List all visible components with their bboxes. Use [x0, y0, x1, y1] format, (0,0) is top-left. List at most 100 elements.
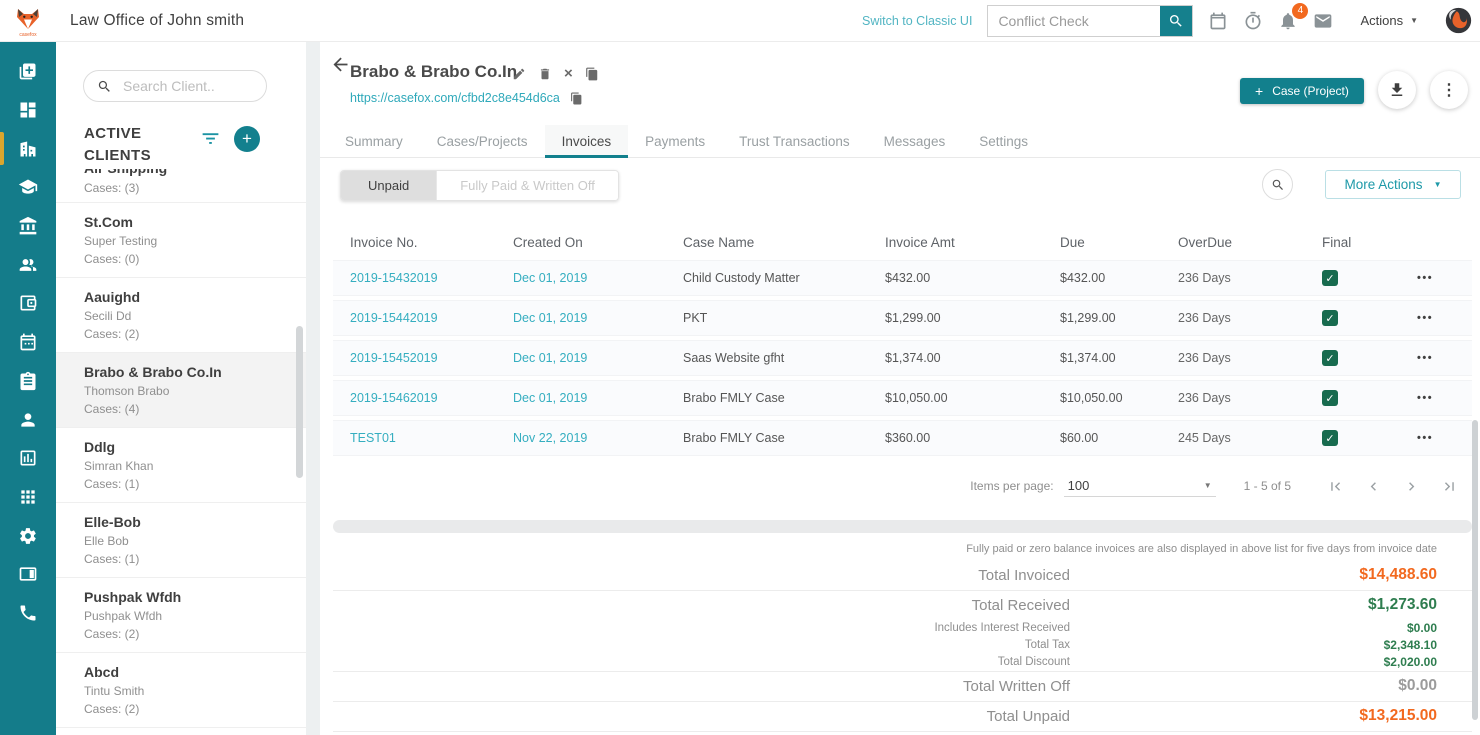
list-item-pushpak-wfdh[interactable]: Pushpak Wfdh Pushpak Wfdh Cases: (2): [56, 578, 306, 653]
next-page-button[interactable]: [1403, 478, 1420, 495]
tasks-icon[interactable]: [0, 362, 56, 401]
copy-url-button[interactable]: [570, 92, 583, 105]
case-name-cell: Child Custody Matter: [666, 271, 868, 285]
row-menu-button[interactable]: •••: [1417, 272, 1472, 284]
casefox-logo[interactable]: casefox: [0, 0, 56, 41]
mail-icon[interactable]: [1313, 11, 1333, 31]
final-checkbox[interactable]: ✓: [1322, 310, 1338, 326]
calendar-topbar-icon[interactable]: [1208, 11, 1228, 31]
close-client-button[interactable]: ×: [564, 66, 573, 81]
filter-clients-button[interactable]: [200, 128, 221, 149]
list-item-aauighd[interactable]: Aauighd Secili Dd Cases: (2): [56, 278, 306, 353]
created-on-link[interactable]: Nov 22, 2019: [496, 431, 666, 445]
invoice-number-link[interactable]: 2019-15442019: [333, 311, 496, 325]
delete-client-button[interactable]: [538, 67, 552, 81]
final-checkbox[interactable]: ✓: [1322, 430, 1338, 446]
row-menu-button[interactable]: •••: [1417, 432, 1472, 444]
case-name-cell: Saas Website gfht: [666, 351, 868, 365]
created-on-link[interactable]: Dec 01, 2019: [496, 391, 666, 405]
client-cases: Cases: (0): [84, 252, 296, 266]
chevron-right-icon: [1403, 478, 1420, 495]
add-case-project-button[interactable]: + Case (Project): [1240, 78, 1364, 104]
conflict-search-button[interactable]: [1160, 6, 1192, 36]
edit-client-button[interactable]: [512, 67, 526, 81]
fully-paid-toggle[interactable]: Fully Paid & Written Off: [436, 171, 618, 200]
list-item-abcd[interactable]: Abcd Tintu Smith Cases: (2): [56, 653, 306, 728]
search-invoices-button[interactable]: [1262, 169, 1293, 200]
items-per-page-select[interactable]: 100 ▼: [1064, 475, 1216, 497]
actions-label: Actions: [1360, 13, 1403, 28]
add-note-icon[interactable]: [0, 52, 56, 91]
svg-text:casefox: casefox: [19, 32, 37, 38]
search-icon: [97, 79, 112, 94]
client-list-scrollbar[interactable]: [296, 326, 303, 478]
created-on-link[interactable]: Dec 01, 2019: [496, 351, 666, 365]
list-item-st-com[interactable]: St.Com Super Testing Cases: (0): [56, 203, 306, 278]
client-cases: Cases: (3): [84, 181, 296, 195]
tab-summary[interactable]: Summary: [328, 125, 420, 158]
dashboard-icon[interactable]: [0, 91, 56, 130]
list-item-ddlg[interactable]: Ddlg Simran Khan Cases: (1): [56, 428, 306, 503]
active-clients-heading: ACTIVE CLIENTS: [84, 123, 190, 167]
actions-dropdown[interactable]: Actions ▼: [1354, 12, 1424, 29]
client-icon[interactable]: [0, 400, 56, 439]
first-page-button[interactable]: [1327, 478, 1344, 495]
invoice-number-link[interactable]: 2019-15452019: [333, 351, 496, 365]
tab-cases-projects[interactable]: Cases/Projects: [420, 125, 545, 158]
row-menu-button[interactable]: •••: [1417, 392, 1472, 404]
horizontal-scrollbar[interactable]: [333, 520, 1472, 533]
tab-settings[interactable]: Settings: [962, 125, 1045, 158]
row-menu-button[interactable]: •••: [1417, 312, 1472, 324]
invoice-number-link[interactable]: 2019-15462019: [333, 391, 496, 405]
created-on-link[interactable]: Dec 01, 2019: [496, 311, 666, 325]
copy-icon: [585, 67, 599, 81]
bank-icon[interactable]: [0, 207, 56, 246]
apps-grid-icon[interactable]: [0, 478, 56, 517]
conflict-check-input[interactable]: [988, 6, 1160, 36]
wallet-icon[interactable]: [0, 284, 56, 323]
table-body: 2019-15432019 Dec 01, 2019 Child Custody…: [333, 260, 1472, 456]
list-item-aparna-saraf[interactable]: Aparna Saraf: [56, 728, 306, 735]
phone-icon[interactable]: [0, 594, 56, 633]
final-checkbox[interactable]: ✓: [1322, 350, 1338, 366]
billing-card-icon[interactable]: [0, 555, 56, 594]
list-item-partial[interactable]: Air Shipping Cases: (3): [56, 169, 306, 203]
tab-payments[interactable]: Payments: [628, 125, 722, 158]
education-icon[interactable]: [0, 168, 56, 207]
invoice-number-link[interactable]: 2019-15432019: [333, 271, 496, 285]
tab-invoices[interactable]: Invoices: [545, 125, 629, 158]
office-building-icon[interactable]: [0, 129, 56, 168]
calendar-icon[interactable]: [0, 323, 56, 362]
overflow-menu-button[interactable]: ⋮: [1430, 71, 1468, 109]
prev-page-button[interactable]: [1365, 478, 1382, 495]
reports-icon[interactable]: [0, 439, 56, 478]
timer-icon[interactable]: [1243, 11, 1263, 31]
list-item-brabo-brabo-co-in[interactable]: Brabo & Brabo Co.In Thomson Brabo Cases:…: [56, 353, 306, 428]
created-on-link[interactable]: Dec 01, 2019: [496, 271, 666, 285]
tab-trust-transactions[interactable]: Trust Transactions: [722, 125, 867, 158]
avatar[interactable]: [1445, 7, 1472, 34]
notifications-bell-icon[interactable]: 4: [1278, 11, 1298, 31]
invoice-number-link[interactable]: TEST01: [333, 431, 496, 445]
page-scrollbar[interactable]: [1472, 420, 1478, 720]
duplicate-client-button[interactable]: [585, 67, 599, 81]
final-checkbox[interactable]: ✓: [1322, 270, 1338, 286]
final-checkbox[interactable]: ✓: [1322, 390, 1338, 406]
download-button[interactable]: [1378, 71, 1416, 109]
client-search-input[interactable]: [121, 77, 250, 95]
client-name: Ddlg: [84, 439, 296, 455]
add-client-button[interactable]: +: [234, 126, 260, 152]
tab-messages[interactable]: Messages: [867, 125, 963, 158]
more-actions-button[interactable]: More Actions ▼: [1325, 170, 1461, 199]
last-page-button[interactable]: [1441, 478, 1458, 495]
list-item-elle-bob[interactable]: Elle-Bob Elle Bob Cases: (1): [56, 503, 306, 578]
column-header: Invoice Amt: [868, 235, 1043, 250]
client-url[interactable]: https://casefox.com/cfbd2c8e454d6ca: [350, 91, 560, 105]
settings-icon[interactable]: [0, 516, 56, 555]
invoice-filter-toggle: Unpaid Fully Paid & Written Off: [340, 170, 619, 201]
switch-classic-ui-link[interactable]: Switch to Classic UI: [862, 14, 972, 28]
unpaid-toggle[interactable]: Unpaid: [341, 171, 436, 200]
row-menu-button[interactable]: •••: [1417, 352, 1472, 364]
first-page-icon: [1327, 478, 1344, 495]
contacts-icon[interactable]: [0, 245, 56, 284]
